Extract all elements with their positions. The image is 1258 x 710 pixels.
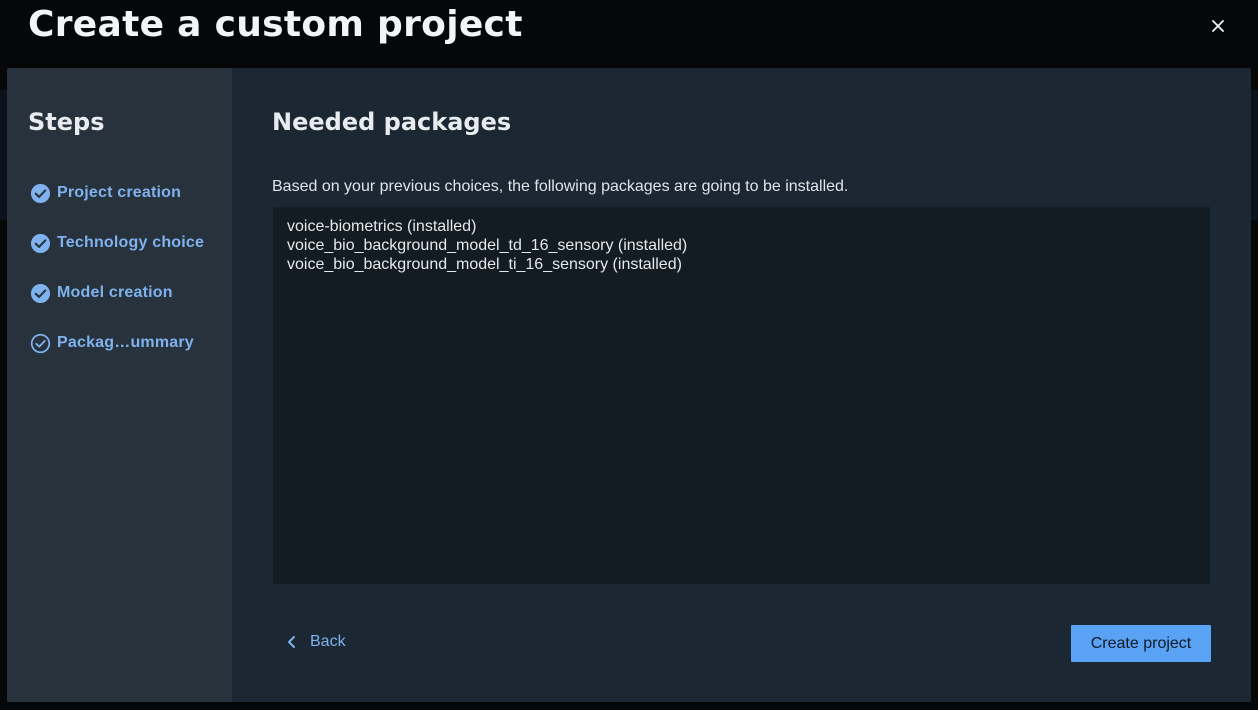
panel-description: Based on your previous choices, the foll… xyxy=(272,178,849,195)
packages-list[interactable]: voice-biometrics (installed) voice_bio_b… xyxy=(273,207,1210,584)
step-label: Packag…ummary xyxy=(57,334,194,351)
list-item: voice_bio_background_model_td_16_sensory… xyxy=(287,237,688,254)
create-project-label: Create project xyxy=(1090,634,1192,652)
create-project-dialog: Steps Project creation Technology choice xyxy=(7,68,1251,702)
list-item: voice_bio_background_model_ti_16_sensory… xyxy=(287,256,682,273)
check-circle-filled-icon xyxy=(30,283,51,304)
step-project-creation[interactable]: Project creation xyxy=(30,181,181,205)
back-label: Back xyxy=(310,633,346,650)
main-panel: Needed packages Based on your previous c… xyxy=(232,68,1251,702)
check-circle-filled-icon xyxy=(30,233,51,254)
close-button[interactable] xyxy=(1206,14,1230,38)
chevron-left-icon xyxy=(284,634,300,650)
step-packages-summary[interactable]: Packag…ummary xyxy=(30,331,194,355)
check-circle-filled-icon xyxy=(30,183,51,204)
close-icon xyxy=(1212,20,1224,32)
steps-sidebar: Steps Project creation Technology choice xyxy=(7,68,232,702)
step-label: Project creation xyxy=(57,184,182,201)
dialog-title: Create a custom project xyxy=(28,4,523,45)
step-model-creation[interactable]: Model creation xyxy=(30,281,173,305)
step-technology-choice[interactable]: Technology choice xyxy=(30,231,204,255)
step-label: Model creation xyxy=(57,284,173,301)
step-label: Technology choice xyxy=(57,234,205,251)
check-circle-outline-icon xyxy=(30,333,51,354)
list-item: voice-biometrics (installed) xyxy=(287,218,477,235)
steps-title: Steps xyxy=(28,108,105,136)
back-button[interactable]: Back xyxy=(284,630,346,654)
create-project-button[interactable]: Create project xyxy=(1071,625,1211,662)
panel-title: Needed packages xyxy=(272,108,512,136)
